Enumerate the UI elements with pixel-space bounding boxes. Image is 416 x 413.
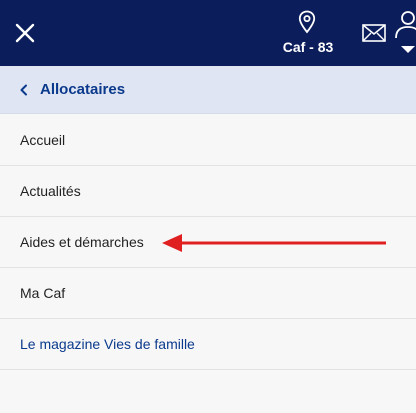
chevron-left-icon [20, 84, 27, 96]
close-button[interactable] [14, 22, 36, 44]
top-header: Caf - 83 [0, 0, 416, 66]
menu-item-accueil[interactable]: Accueil [0, 115, 416, 166]
menu-item-label: Ma Caf [20, 285, 66, 301]
menu-item-actualites[interactable]: Actualités [0, 166, 416, 217]
close-icon [15, 23, 35, 43]
mail-icon [362, 24, 386, 42]
account-button[interactable] [394, 10, 416, 60]
back-to-allocataires[interactable]: Allocataires [0, 66, 416, 114]
menu-item-magazine[interactable]: Le magazine Vies de famille [0, 319, 416, 370]
menu-item-label: Accueil [20, 132, 66, 148]
mail-button[interactable] [362, 24, 386, 42]
arrow-left-icon [162, 234, 386, 252]
menu-item-label: Aides et démarches [20, 234, 144, 250]
menu-item-ma-caf[interactable]: Ma Caf [0, 268, 416, 319]
menu-item-label: Le magazine Vies de famille [20, 336, 195, 352]
menu-item-label: Actualités [20, 183, 81, 199]
back-label: Allocataires [40, 81, 126, 98]
location-selector[interactable]: Caf - 83 [276, 10, 340, 60]
map-pin-icon [298, 10, 316, 34]
location-label: Caf - 83 [282, 39, 334, 55]
user-icon [395, 11, 416, 53]
